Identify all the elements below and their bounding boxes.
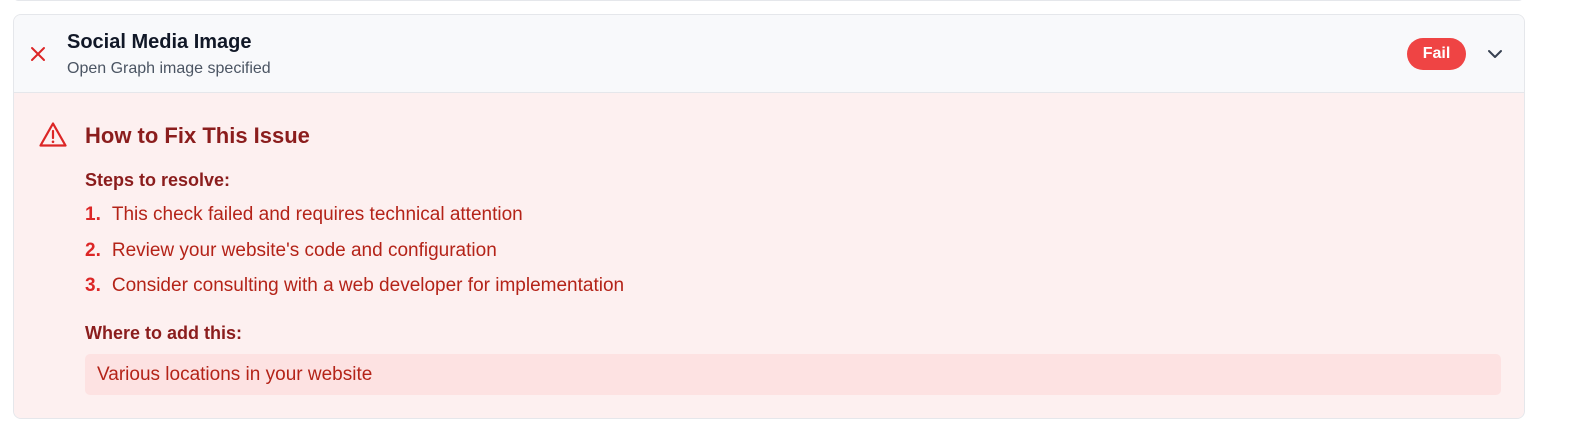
check-card: Social Media Image Open Graph image spec… <box>13 14 1525 419</box>
step-text: Review your website's code and configura… <box>111 239 497 261</box>
check-subtitle: Open Graph image specified <box>67 60 271 77</box>
fix-panel: How to Fix This Issue Steps to resolve: … <box>14 93 1524 418</box>
check-title: Social Media Image <box>67 31 252 53</box>
check-header[interactable]: Social Media Image Open Graph image spec… <box>14 15 1524 93</box>
status-badge: Fail <box>1407 38 1466 70</box>
step-number: 1. <box>85 204 101 225</box>
location-box: Various locations in your website <box>85 354 1501 395</box>
x-icon <box>28 44 48 64</box>
previous-check-card <box>13 0 1524 1</box>
step-number: 2. <box>85 239 101 261</box>
step-item: 1. This check failed and requires techni… <box>85 204 624 240</box>
steps-list: 1. This check failed and requires techni… <box>85 204 624 311</box>
fix-title: How to Fix This Issue <box>85 123 310 148</box>
step-number: 3. <box>85 275 101 296</box>
step-text: This check failed and requires technical… <box>111 204 523 225</box>
where-label: Where to add this: <box>85 323 242 343</box>
step-item: 2. Review your website's code and config… <box>85 240 624 276</box>
warning-triangle-icon <box>38 120 68 150</box>
steps-label: Steps to resolve: <box>85 170 231 190</box>
step-text: Consider consulting with a web developer… <box>111 275 625 296</box>
chevron-down-icon[interactable] <box>1485 44 1505 64</box>
step-item: 3. Consider consulting with a web develo… <box>85 275 624 311</box>
